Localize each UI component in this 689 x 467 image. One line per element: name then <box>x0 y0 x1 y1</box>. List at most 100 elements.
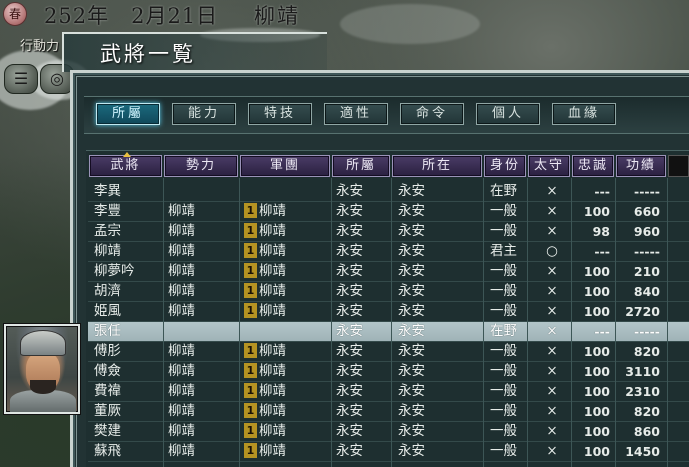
merit-cell: 1450 <box>625 444 660 459</box>
corps-name: 柳靖 <box>259 343 286 359</box>
loyalty-cell: 100 <box>583 384 610 399</box>
merit-cell: 820 <box>633 344 660 359</box>
city-cell: 永安 <box>336 363 363 379</box>
action-points-label: 行動力 <box>20 39 60 54</box>
column-header-loyalty[interactable]: 忠誠 <box>572 155 614 177</box>
corps-cell: 1 柳靖 <box>244 262 332 281</box>
merit-cell: ----- <box>634 184 660 199</box>
corps-cell: 1 柳靖 <box>244 342 332 361</box>
corps-number-badge: 1 <box>244 223 257 238</box>
tab-lineage[interactable]: 血緣 <box>552 103 616 125</box>
corps-number-badge: 1 <box>244 263 257 278</box>
merit-cell: 840 <box>633 284 660 299</box>
tab-personal[interactable]: 個人 <box>476 103 540 125</box>
city-cell: 永安 <box>336 183 363 199</box>
column-header-force[interactable]: 勢力 <box>164 155 238 177</box>
governor-cell: × <box>546 223 558 239</box>
panel-title: 武將一覧 <box>100 42 196 66</box>
location-cell: 永安 <box>398 443 425 459</box>
corps-name: 柳靖 <box>259 403 286 419</box>
tab-affiliation[interactable]: 所屬 <box>96 103 160 125</box>
governor-cell: × <box>546 323 558 339</box>
location-cell: 永安 <box>398 403 425 419</box>
corps-name: 柳靖 <box>259 223 286 239</box>
table-row[interactable]: 孟宗 柳靖 永安 永安 一般 × 98 960 1 柳靖 <box>88 222 689 242</box>
table-row[interactable]: 胡濟 柳靖 永安 永安 一般 × 100 840 1 柳靖 <box>88 282 689 302</box>
location-cell: 永安 <box>398 183 425 199</box>
city-cell: 永安 <box>336 243 363 259</box>
loyalty-cell: --- <box>594 324 610 339</box>
column-header-status[interactable]: 身份 <box>484 155 526 177</box>
governor-cell: × <box>546 423 558 439</box>
location-cell: 永安 <box>398 283 425 299</box>
status-cell: 一般 <box>490 203 517 219</box>
city-cell: 永安 <box>336 223 363 239</box>
loyalty-cell: 100 <box>583 264 610 279</box>
corps-number-badge: 1 <box>244 363 257 378</box>
column-header-corps[interactable]: 軍團 <box>240 155 330 177</box>
loyalty-cell: 100 <box>583 364 610 379</box>
corps-number-badge: 1 <box>244 383 257 398</box>
governor-cell: × <box>546 363 558 379</box>
location-cell: 永安 <box>398 383 425 399</box>
status-cell: 君主 <box>490 243 517 259</box>
map-menu-icon[interactable]: ☰ <box>4 64 38 94</box>
column-header-merit[interactable]: 功績 <box>616 155 666 177</box>
table-row[interactable]: 樊建 柳靖 永安 永安 一般 × 100 860 1 柳靖 <box>88 422 689 442</box>
tab-aptitude[interactable]: 適性 <box>324 103 388 125</box>
governor-cell: × <box>546 383 558 399</box>
corps-number-badge: 1 <box>244 203 257 218</box>
table-row[interactable]: 傅肜 柳靖 永安 永安 一般 × 100 820 1 柳靖 <box>88 342 689 362</box>
table-row[interactable]: 蘇飛 柳靖 永安 永安 一般 × 100 1450 1 柳靖 <box>88 442 689 462</box>
table-row[interactable]: 董厥 柳靖 永安 永安 一般 × 100 820 1 柳靖 <box>88 402 689 422</box>
loyalty-cell: --- <box>594 184 610 199</box>
tab-skills[interactable]: 特技 <box>248 103 312 125</box>
corps-name: 柳靖 <box>259 243 286 259</box>
officer-name-cell: 張任 <box>94 323 121 339</box>
table-row[interactable]: 傅僉 柳靖 永安 永安 一般 × 100 3110 1 柳靖 <box>88 362 689 382</box>
corps-number-badge: 1 <box>244 343 257 358</box>
loyalty-cell: 100 <box>583 444 610 459</box>
tab-orders[interactable]: 命令 <box>400 103 464 125</box>
loyalty-cell: 100 <box>583 344 610 359</box>
city-cell: 永安 <box>336 383 363 399</box>
corps-cell: 1 柳靖 <box>244 222 332 241</box>
corps-number-badge: 1 <box>244 423 257 438</box>
corps-cell: 1 柳靖 <box>244 202 332 221</box>
merit-cell: 860 <box>633 424 660 439</box>
merit-cell: ----- <box>634 324 660 339</box>
table-row[interactable]: 姫風 柳靖 永安 永安 一般 × 100 2720 1 柳靖 <box>88 302 689 322</box>
tab-ability[interactable]: 能力 <box>172 103 236 125</box>
city-cell: 永安 <box>336 403 363 419</box>
status-cell: 一般 <box>490 443 517 459</box>
table-row[interactable]: 柳靖 柳靖 永安 永安 君主 ○ --- ----- 1 柳靖 <box>88 242 689 262</box>
corps-cell: 1 柳靖 <box>244 442 332 461</box>
column-header-location[interactable]: 所在 <box>392 155 482 177</box>
loyalty-cell: 100 <box>583 304 610 319</box>
officer-name-cell: 李豐 <box>94 203 121 219</box>
column-header-city[interactable]: 所屬 <box>332 155 390 177</box>
column-header-officer[interactable]: 武將 <box>89 152 162 177</box>
status-cell: 一般 <box>490 223 517 239</box>
status-cell: 一般 <box>490 343 517 359</box>
table-row[interactable]: 張任 永安 永安 在野 × --- ----- <box>88 322 689 342</box>
merit-cell: 820 <box>633 404 660 419</box>
table-row[interactable]: 柳夢吟 柳靖 永安 永安 一般 × 100 210 1 柳靖 <box>88 262 689 282</box>
table-row[interactable]: 李異 永安 永安 在野 × --- ----- <box>88 182 689 202</box>
location-cell: 永安 <box>398 423 425 439</box>
officer-name-cell: 姫風 <box>94 303 121 319</box>
column-header-governor[interactable]: 太守 <box>528 155 570 177</box>
city-cell: 永安 <box>336 303 363 319</box>
city-cell: 永安 <box>336 343 363 359</box>
force-cell: 柳靖 <box>168 423 195 439</box>
table-row[interactable]: 費禕 柳靖 永安 永安 一般 × 100 2310 1 柳靖 <box>88 382 689 402</box>
location-cell: 永安 <box>398 303 425 319</box>
corps-name: 柳靖 <box>259 443 286 459</box>
column-divider <box>571 178 572 467</box>
status-cell: 一般 <box>490 423 517 439</box>
location-cell: 永安 <box>398 343 425 359</box>
corps-cell: 1 柳靖 <box>244 242 332 261</box>
status-cell: 在野 <box>490 323 517 339</box>
force-cell <box>168 182 238 201</box>
table-row[interactable]: 李豐 柳靖 永安 永安 一般 × 100 660 1 柳靖 <box>88 202 689 222</box>
